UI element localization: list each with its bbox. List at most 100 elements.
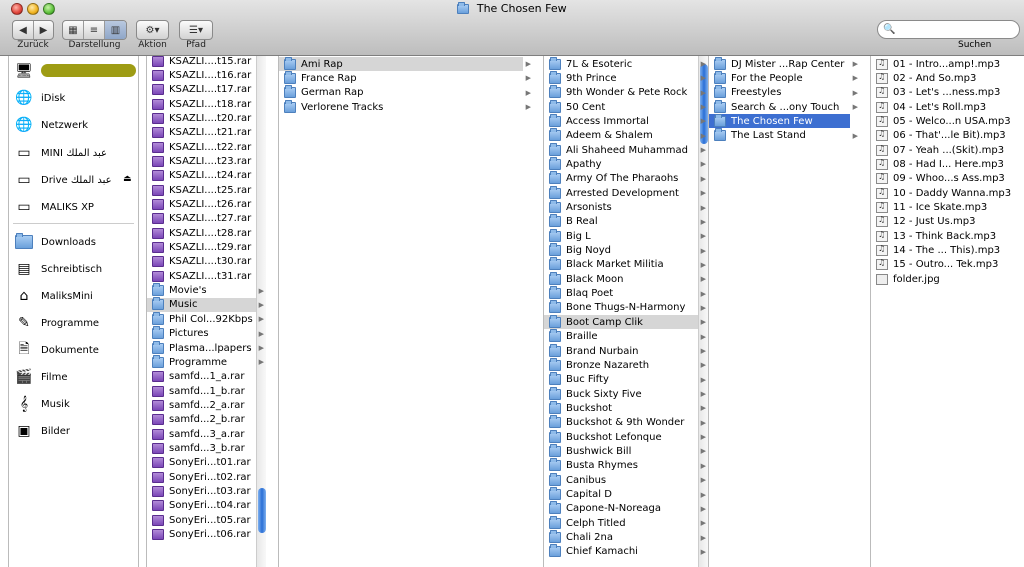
list-item[interactable]: Buckshot & 9th Wonder ▶ xyxy=(544,415,706,430)
action-menu-button[interactable]: ⚙▾ xyxy=(136,20,169,40)
list-item[interactable]: Ami Rap ▶ xyxy=(279,56,531,71)
list-item[interactable]: 9th Prince ▶ xyxy=(544,70,706,85)
list-item[interactable]: KSAZLI....t28.rar xyxy=(147,226,256,240)
list-item[interactable]: Celph Titled ▶ xyxy=(544,515,706,530)
list-item[interactable]: SonyEri...t06.rar xyxy=(147,528,256,542)
list-item[interactable]: Bronze Nazareth ▶ xyxy=(544,357,706,372)
list-item[interactable]: Braille ▶ xyxy=(544,329,706,344)
list-item[interactable]: 05 - Welco...n USA.mp3 xyxy=(871,114,1014,128)
list-item[interactable]: Freestyles ▶ xyxy=(709,85,858,100)
list-item[interactable]: KSAZLI....t31.rar xyxy=(147,269,256,283)
list-item[interactable]: 7L & Esoteric ▶ xyxy=(544,56,706,71)
list-item[interactable]: Black Market Militia ▶ xyxy=(544,257,706,272)
list-item[interactable]: Buckshot Lefonque ▶ xyxy=(544,429,706,444)
column-1-scrollbar[interactable] xyxy=(256,56,266,567)
list-item[interactable]: Capital D ▶ xyxy=(544,487,706,502)
list-item[interactable]: Busta Rhymes ▶ xyxy=(544,458,706,473)
sidebar-item-drive[interactable]: ▭ Drive عبد الملك xyxy=(13,168,111,192)
list-item[interactable]: 01 - Intro...amp!.mp3 xyxy=(871,57,1014,71)
list-item[interactable]: SonyEri...t03.rar xyxy=(147,485,256,499)
list-item[interactable]: 02 - And So.mp3 xyxy=(871,71,1014,85)
list-item[interactable]: KSAZLI....t24.rar xyxy=(147,169,256,183)
sidebar-item-schreibtisch[interactable]: ▤ Schreibtisch xyxy=(13,257,102,281)
list-item[interactable]: KSAZLI....t26.rar xyxy=(147,198,256,212)
list-item[interactable]: Adeem & Shalem ▶ xyxy=(544,128,706,143)
list-item[interactable]: KSAZLI....t21.rar xyxy=(147,126,256,140)
list-item[interactable]: samfd...1_b.rar xyxy=(147,384,256,398)
search-input[interactable]: 🔍 xyxy=(877,20,1020,39)
list-item[interactable]: Brand Nurbain ▶ xyxy=(544,343,706,358)
sidebar-item-mini[interactable]: ▭ MINI عبد الملك xyxy=(13,141,107,165)
list-item[interactable]: Blaq Poet ▶ xyxy=(544,286,706,301)
list-item[interactable]: The Chosen Few ▶ xyxy=(709,113,858,129)
list-item[interactable]: KSAZLI....t25.rar xyxy=(147,183,256,197)
list-item[interactable]: Programme ▶ xyxy=(147,354,264,369)
list-item[interactable]: B Real ▶ xyxy=(544,214,706,229)
list-item[interactable]: Music ▶ xyxy=(147,297,264,312)
list-item[interactable]: KSAZLI....t20.rar xyxy=(147,111,256,125)
list-item[interactable]: Black Moon ▶ xyxy=(544,271,706,286)
list-item[interactable]: Search & ...ony Touch ▶ xyxy=(709,99,858,114)
list-item[interactable]: 07 - Yeah ...(Skit).mp3 xyxy=(871,143,1014,157)
list-item[interactable]: samfd...3_b.rar xyxy=(147,441,256,455)
sidebar-item-programme[interactable]: ✎ Programme xyxy=(13,311,99,335)
list-item[interactable]: DJ Mister ...Rap Center ▶ xyxy=(709,56,858,71)
list-item[interactable]: Big Noyd ▶ xyxy=(544,243,706,258)
list-item[interactable]: Buc Fifty ▶ xyxy=(544,372,706,387)
sidebar-item-netzwerk[interactable]: 🌐 Netzwerk xyxy=(13,113,88,137)
list-item[interactable]: For the People ▶ xyxy=(709,70,858,85)
list-item[interactable]: KSAZLI....t29.rar xyxy=(147,241,256,255)
list-item[interactable]: KSAZLI....t16.rar xyxy=(147,68,256,82)
list-item[interactable]: KSAZLI....t22.rar xyxy=(147,140,256,154)
list-item[interactable]: Buck Sixty Five ▶ xyxy=(544,386,706,401)
list-item[interactable]: KSAZLI....t18.rar xyxy=(147,97,256,111)
list-item[interactable]: The Last Stand ▶ xyxy=(709,128,858,143)
list-item[interactable]: 12 - Just Us.mp3 xyxy=(871,215,1014,229)
path-menu-button[interactable]: ☰▾ xyxy=(179,20,213,40)
list-item[interactable]: samfd...2_b.rar xyxy=(147,413,256,427)
list-item[interactable]: France Rap ▶ xyxy=(279,70,531,85)
list-item[interactable]: 15 - Outro... Tek.mp3 xyxy=(871,258,1014,272)
sidebar-item-maliks-xp[interactable]: ▭ MALIKS XP xyxy=(13,195,94,219)
list-item[interactable]: KSAZLI....t23.rar xyxy=(147,154,256,168)
list-item[interactable]: 11 - Ice Skate.mp3 xyxy=(871,201,1014,215)
list-item[interactable]: folder.jpg xyxy=(871,272,1014,286)
sidebar-item-filme[interactable]: 🎬 Filme xyxy=(13,365,67,389)
list-item[interactable]: 09 - Whoo...s Ass.mp3 xyxy=(871,172,1014,186)
sidebar-item-dokumente[interactable]: 🗎 Dokumente xyxy=(13,338,99,362)
back-button[interactable]: ◀ xyxy=(13,21,34,39)
list-item[interactable]: KSAZLI....t27.rar xyxy=(147,212,256,226)
list-item[interactable]: Arrested Development ▶ xyxy=(544,185,706,200)
list-item[interactable]: KSAZLI....t17.rar xyxy=(147,83,256,97)
column-1-scroll-thumb[interactable] xyxy=(258,488,266,533)
list-item[interactable]: samfd...3_a.rar xyxy=(147,427,256,441)
sidebar-item-musik[interactable]: 𝄞 Musik xyxy=(13,392,70,416)
list-item[interactable]: SonyEri...t02.rar xyxy=(147,470,256,484)
list-item[interactable]: 08 - Had I... Here.mp3 xyxy=(871,157,1014,171)
list-item[interactable]: SonyEri...t04.rar xyxy=(147,499,256,513)
list-item[interactable]: SonyEri...t01.rar xyxy=(147,456,256,470)
sidebar-item-computer[interactable]: 🖥 xyxy=(13,59,41,83)
list-item[interactable]: Chali 2na ▶ xyxy=(544,530,706,545)
list-item[interactable]: 03 - Let's ...ness.mp3 xyxy=(871,86,1014,100)
list-item[interactable]: KSAZLI....t30.rar xyxy=(147,255,256,269)
list-item[interactable]: Canibus ▶ xyxy=(544,472,706,487)
list-item[interactable]: Access Immortal ▶ xyxy=(544,113,706,128)
list-item[interactable]: Apathy ▶ xyxy=(544,156,706,171)
forward-button[interactable]: ▶ xyxy=(34,21,53,39)
list-item[interactable]: Pictures ▶ xyxy=(147,326,264,341)
list-item[interactable]: samfd...2_a.rar xyxy=(147,398,256,412)
list-item[interactable]: SonyEri...t05.rar xyxy=(147,513,256,527)
list-item[interactable]: Capone-N-Noreaga ▶ xyxy=(544,501,706,516)
sidebar-item-maliksmini[interactable]: ⌂ MaliksMini xyxy=(13,284,93,308)
list-item[interactable]: 9th Wonder & Pete Rock ▶ xyxy=(544,85,706,100)
icon-view-button[interactable]: ▦ xyxy=(63,21,84,39)
list-item[interactable]: Buckshot ▶ xyxy=(544,400,706,415)
eject-icon[interactable]: ⏏ xyxy=(123,174,132,184)
list-item[interactable]: 50 Cent ▶ xyxy=(544,99,706,114)
sidebar-item-downloads[interactable]: Downloads xyxy=(13,230,96,254)
list-item[interactable]: Bone Thugs-N-Harmony ▶ xyxy=(544,300,706,315)
list-view-button[interactable]: ≡ xyxy=(84,21,105,39)
list-item[interactable]: Bushwick Bill ▶ xyxy=(544,443,706,458)
list-item[interactable]: samfd...1_a.rar xyxy=(147,370,256,384)
